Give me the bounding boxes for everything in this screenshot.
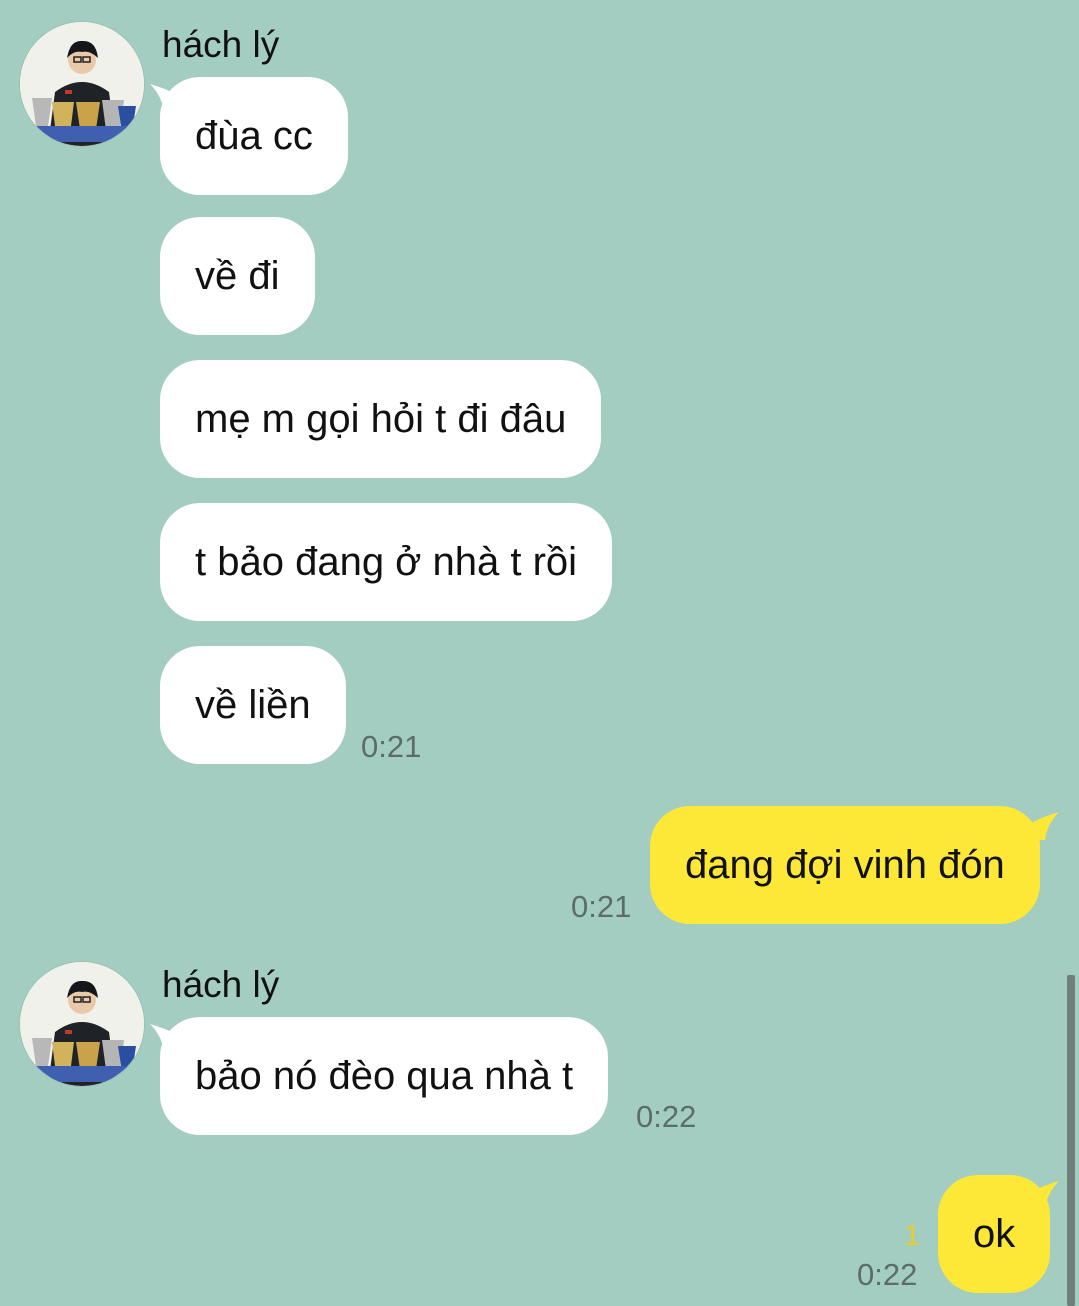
message-timestamp: 0:22: [636, 1099, 697, 1134]
bubble-tail: [1031, 812, 1059, 840]
message-text: về đi: [195, 253, 280, 298]
profile-photo-icon: [20, 962, 144, 1086]
sender-name: hách lý: [162, 964, 280, 1005]
sender-name: hách lý: [162, 24, 280, 65]
message-bubble[interactable]: đùa cc: [160, 77, 348, 195]
message-text: đang đợi vinh đón: [685, 842, 1005, 887]
profile-photo-icon: [20, 22, 144, 146]
message-timestamp: 0:22: [857, 1257, 918, 1292]
message-text: bảo nó đèo qua nhà t: [195, 1053, 574, 1098]
message-text: về liền: [195, 682, 311, 727]
message-bubble[interactable]: về liền: [160, 646, 346, 764]
scrollbar[interactable]: [1067, 975, 1075, 1306]
avatar[interactable]: [20, 962, 144, 1086]
avatar[interactable]: [20, 22, 144, 146]
bubble-tail: [1031, 1181, 1059, 1209]
message-text: t bảo đang ở nhà t rồi: [195, 539, 578, 584]
message-text: ok: [973, 1211, 1016, 1256]
message-timestamp: 0:21: [571, 889, 632, 924]
message-bubble[interactable]: mẹ m gọi hỏi t đi đâu: [160, 360, 602, 478]
message-bubble[interactable]: t bảo đang ở nhà t rồi: [160, 503, 613, 621]
message-bubble[interactable]: đang đợi vinh đón: [650, 806, 1040, 924]
message-timestamp: 0:21: [361, 729, 422, 764]
message-text: mẹ m gọi hỏi t đi đâu: [195, 396, 567, 441]
message-bubble[interactable]: về đi: [160, 217, 315, 335]
message-text: đùa cc: [195, 113, 313, 158]
message-bubble[interactable]: bảo nó đèo qua nhà t: [160, 1017, 609, 1135]
unread-count: 1: [904, 1220, 921, 1252]
